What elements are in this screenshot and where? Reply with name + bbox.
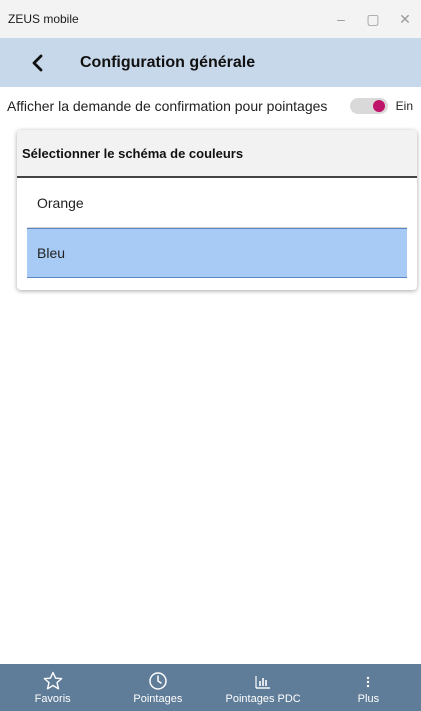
- nav-item-plus[interactable]: Plus: [316, 664, 421, 711]
- color-scheme-card: Sélectionner le schéma de couleurs Orang…: [17, 130, 417, 290]
- close-button[interactable]: ✕: [389, 0, 421, 38]
- nav-item-favoris[interactable]: Favoris: [0, 664, 105, 711]
- app-window: ZEUS mobile – ▢ ✕ Configuration générale…: [0, 0, 421, 711]
- nav-label-pointages: Pointages: [133, 693, 183, 705]
- color-scheme-title: Sélectionner le schéma de couleurs: [17, 130, 417, 178]
- page-title: Configuration générale: [80, 53, 256, 71]
- confirmation-setting: Afficher la demande de confirmation pour…: [0, 92, 421, 120]
- more-vertical-icon: [367, 676, 370, 688]
- bottom-navigation: Favoris Pointages Pointages PDC Plus: [0, 664, 421, 711]
- nav-item-pointages[interactable]: Pointages: [105, 664, 210, 711]
- bar-chart-icon: [255, 676, 271, 689]
- color-option-orange[interactable]: Orange: [27, 178, 407, 228]
- window-title: ZEUS mobile: [8, 12, 79, 26]
- toggle-state-label: Ein: [395, 99, 413, 113]
- toggle-knob: [372, 100, 385, 112]
- title-bar: ZEUS mobile – ▢ ✕: [0, 0, 421, 38]
- nav-item-pointages-pdc[interactable]: Pointages PDC: [211, 664, 316, 711]
- nav-label-favoris: Favoris: [34, 693, 71, 705]
- clock-icon: [149, 672, 167, 690]
- confirmation-toggle[interactable]: [349, 98, 388, 114]
- confirmation-label: Afficher la demande de confirmation pour…: [7, 98, 328, 114]
- app-header: Configuration générale: [0, 38, 421, 87]
- chevron-left-icon: [32, 54, 43, 71]
- nav-label-pointages-pdc: Pointages PDC: [225, 693, 301, 705]
- back-button[interactable]: [22, 48, 52, 78]
- minimize-button[interactable]: –: [325, 0, 357, 38]
- star-icon: [43, 671, 62, 690]
- maximize-button[interactable]: ▢: [357, 0, 389, 38]
- color-option-bleu[interactable]: Bleu: [27, 228, 407, 278]
- window-controls: – ▢ ✕: [325, 0, 421, 38]
- nav-label-plus: Plus: [357, 693, 380, 705]
